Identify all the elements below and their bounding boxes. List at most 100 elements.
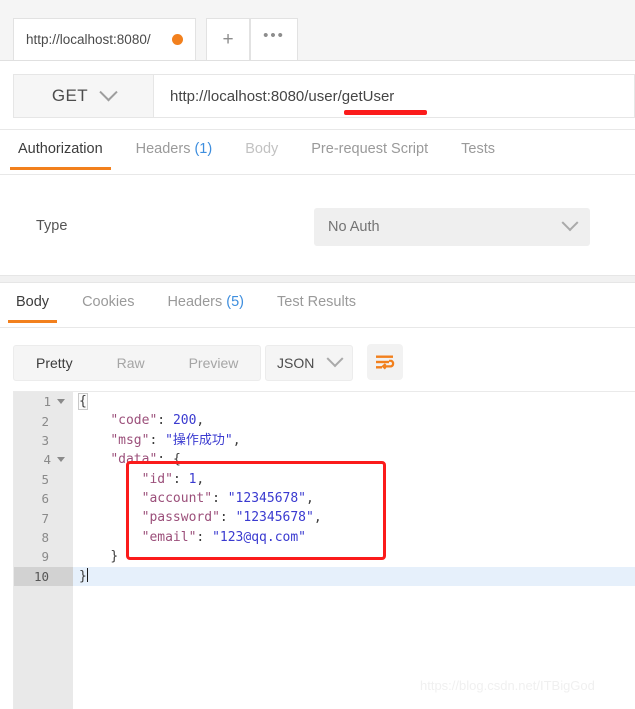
view-mode-segmented-control: Pretty Raw Preview: [13, 345, 262, 381]
auth-type-select[interactable]: No Auth: [314, 208, 590, 246]
json-comma: ,: [196, 413, 205, 429]
tab-label: Body: [16, 294, 50, 310]
json-comma: ,: [313, 510, 322, 526]
http-method-label: GET: [51, 86, 89, 105]
tab-pre-request-script[interactable]: Pre-request Script: [311, 130, 428, 170]
tab-headers[interactable]: Headers (1): [136, 130, 213, 170]
chevron-down-icon: [561, 214, 579, 232]
tab-label: Cookies: [82, 294, 135, 310]
code-line: "id": 1,: [73, 470, 635, 489]
response-tabs: Body Cookies Headers (5) Test Results: [0, 283, 635, 328]
response-body-toolbar: Pretty Raw Preview JSON: [0, 328, 635, 390]
code-line: "code": 200,: [73, 411, 635, 430]
line-number-value: 6: [41, 491, 49, 507]
new-tab-button[interactable]: +: [206, 18, 250, 60]
json-key: "email": [141, 529, 197, 545]
http-method-selector[interactable]: GET: [13, 74, 154, 118]
plus-icon: +: [222, 29, 234, 50]
tab-test-results[interactable]: Test Results: [277, 283, 356, 323]
line-number-value: 10: [33, 568, 49, 584]
tab-cookies[interactable]: Cookies: [82, 283, 134, 323]
tab-body[interactable]: Body: [245, 130, 278, 170]
json-comma: ,: [306, 490, 314, 506]
line-number-value: 8: [41, 529, 49, 545]
json-comma: ,: [196, 471, 205, 487]
tab-tests[interactable]: Tests: [461, 130, 495, 170]
tab-headers[interactable]: Headers (5): [167, 283, 244, 323]
tab-label: Authorization: [18, 141, 103, 157]
code-line: "msg": "操作成功",: [73, 431, 635, 450]
text-cursor: [86, 567, 89, 582]
fold-arrow-icon[interactable]: [57, 457, 65, 463]
json-value: }: [110, 549, 119, 565]
auth-type-label: Type: [36, 218, 68, 234]
json-separator: :: [212, 490, 228, 506]
json-key: "id": [141, 471, 173, 487]
line-number-value: 1: [43, 394, 51, 410]
line-number: 1: [14, 392, 73, 411]
line-number: 5: [14, 470, 73, 489]
tab-count-badge: (1): [190, 141, 213, 157]
line-number: 2: [14, 411, 73, 430]
url-red-underline-annotation: [344, 110, 427, 115]
line-number: 9: [14, 547, 73, 566]
request-tab[interactable]: http://localhost:8080/: [13, 18, 196, 60]
code-line: {: [73, 392, 635, 411]
request-tabs: Authorization Headers (1) Body Pre-request …: [0, 130, 635, 175]
ellipsis-icon: •••: [263, 27, 285, 44]
line-number: 10: [14, 566, 73, 586]
json-key: "password": [141, 510, 220, 526]
word-wrap-toggle-button[interactable]: [367, 344, 403, 380]
json-key: "code": [110, 413, 158, 429]
view-mode-preview[interactable]: Preview: [167, 346, 261, 380]
tab-body[interactable]: Body: [7, 283, 58, 323]
response-body-editor[interactable]: 1 2 3 4 5 6 7 8 9 10 { "code": 200, "msg": "操作成功"…: [13, 391, 635, 709]
json-key: "data": [110, 452, 158, 468]
json-value: "12345678": [235, 510, 314, 526]
json-key: "account": [141, 490, 213, 506]
chevron-down-icon: [99, 82, 118, 101]
json-separator: :: [219, 510, 236, 526]
tab-authorization[interactable]: Authorization: [10, 130, 111, 170]
json-value: }: [79, 568, 87, 584]
json-separator: :: [157, 413, 173, 429]
auth-type-value: No Auth: [328, 219, 380, 235]
view-mode-raw[interactable]: Raw: [95, 346, 167, 380]
line-number: 8: [14, 528, 73, 547]
json-value: {: [172, 452, 181, 468]
line-number-value: 4: [43, 452, 51, 468]
tab-label: Test Results: [277, 294, 356, 310]
tab-strip: http://localhost:8080/ + •••: [0, 0, 635, 61]
code-line: "account": "12345678",: [73, 489, 635, 508]
tab-label: Tests: [461, 141, 495, 157]
url-bar: GET http://localhost:8080/user/getUser: [0, 61, 635, 130]
line-number-gutter: 1 2 3 4 5 6 7 8 9 10: [14, 392, 73, 709]
line-number-value: 2: [41, 413, 49, 429]
line-number: 4: [14, 450, 73, 469]
code-area[interactable]: { "code": 200, "msg": "操作成功", "data": { …: [73, 392, 635, 709]
code-line: }: [73, 566, 635, 586]
json-value: {: [78, 393, 88, 410]
url-text: http://localhost:8080/user/getUser: [170, 87, 395, 105]
json-value: "123@qq.com": [212, 529, 306, 545]
json-value: "12345678": [227, 490, 307, 506]
watermark: https://blog.csdn.net/ITBigGod: [420, 678, 595, 693]
json-separator: :: [157, 452, 173, 468]
fold-arrow-icon[interactable]: [57, 399, 65, 405]
code-line: "email": "123@qq.com": [73, 528, 635, 547]
line-number: 3: [14, 431, 73, 450]
json-separator: :: [172, 471, 189, 487]
more-options-button[interactable]: •••: [250, 18, 298, 60]
word-wrap-icon: [376, 355, 395, 370]
line-number-value: 5: [41, 471, 49, 487]
tab-label: Pre-request Script: [311, 141, 429, 157]
view-mode-pretty[interactable]: Pretty: [14, 346, 95, 380]
format-select[interactable]: JSON: [265, 345, 353, 381]
tab-label: Headers: [167, 294, 223, 310]
